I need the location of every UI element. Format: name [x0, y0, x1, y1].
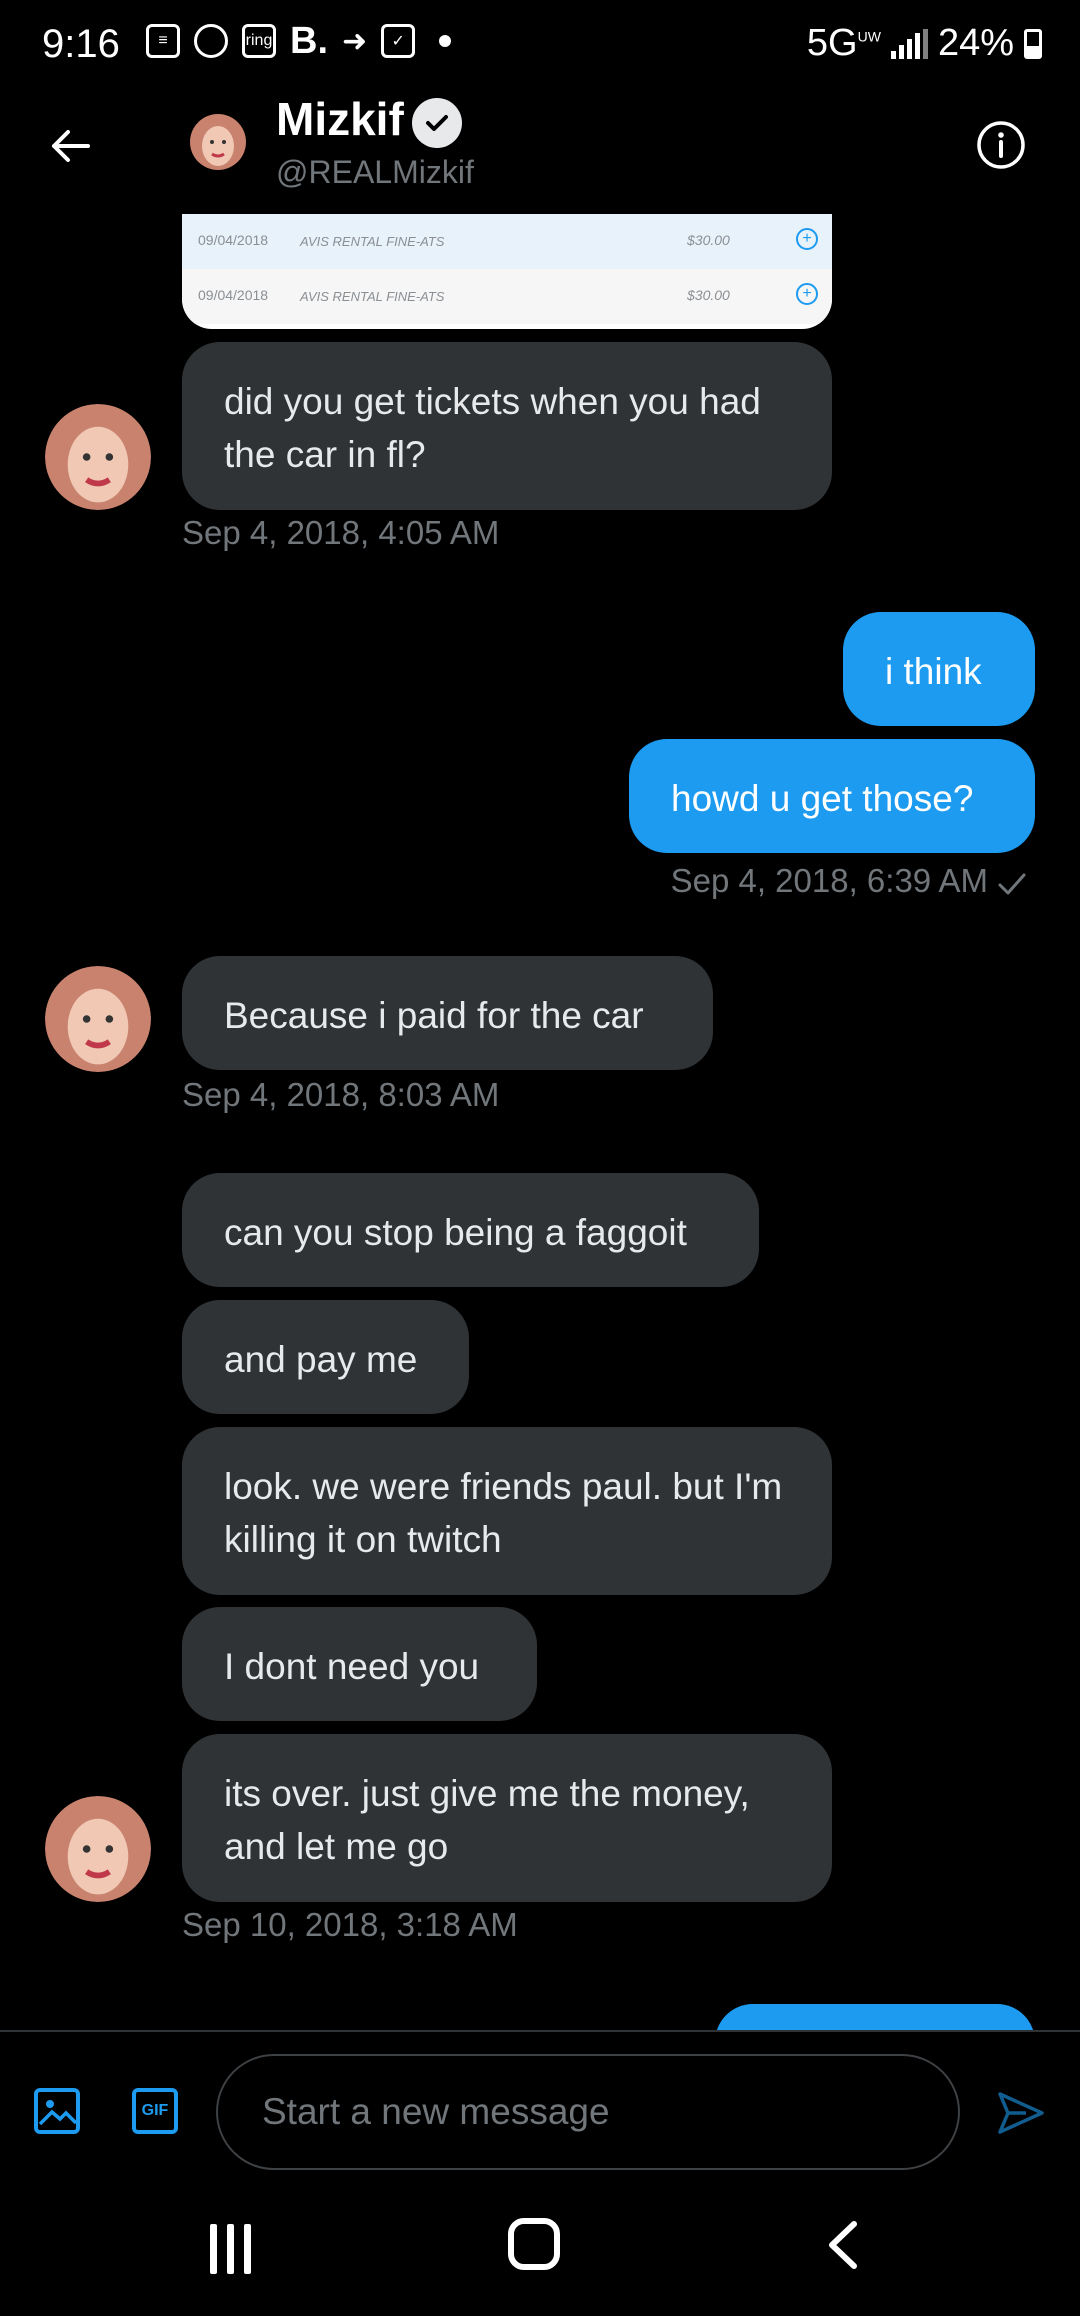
call-filter-icon: ✓ — [381, 24, 416, 58]
status-right: 5GUW 24% — [807, 22, 1042, 65]
conversation-header: Mizkif @REALMizkif — [0, 92, 1080, 214]
system-back-icon[interactable] — [820, 2220, 866, 2270]
avatar[interactable] — [190, 114, 246, 170]
contact-handle[interactable]: @REALMizkif — [276, 154, 474, 191]
signal-icon — [890, 28, 928, 59]
booking-icon: B. — [290, 19, 328, 62]
back-arrow-icon[interactable] — [46, 122, 94, 170]
add-icon: + — [796, 228, 818, 250]
message-bubble-sent[interactable]: i think — [843, 612, 1035, 726]
send-icon[interactable] — [996, 2088, 1046, 2138]
message-bubble-received[interactable]: did you get tickets when you had the car… — [182, 342, 832, 510]
message-bubble-received[interactable]: look. we were friends paul. but I'm kill… — [182, 1427, 832, 1595]
ring-icon: ring — [242, 24, 276, 58]
contact-name[interactable]: Mizkif — [276, 92, 404, 146]
message-bubble-received[interactable]: can you stop being a faggoit — [182, 1173, 759, 1287]
status-time: 9:16 — [42, 22, 120, 66]
message-icon: ≡ — [146, 24, 180, 58]
sender-avatar[interactable] — [45, 404, 151, 510]
circle-icon — [194, 24, 228, 58]
notification-icons: ≡ ring B. ➜ ✓ — [146, 19, 452, 62]
recent-apps-icon[interactable] — [210, 2224, 260, 2274]
message-bubble-received[interactable]: Because i paid for the car — [182, 956, 713, 1070]
message-timestamp: Sep 4, 2018, 8:03 AM — [182, 1076, 500, 1113]
list-item: 09/04/2018 AVIS RENTAL FINE-ATS $30.00 + — [182, 214, 832, 269]
message-bubble-received[interactable]: and pay me — [182, 1300, 469, 1414]
message-input[interactable] — [216, 2054, 960, 2170]
verified-badge-icon — [412, 98, 462, 148]
sent-check-icon — [996, 868, 1028, 900]
message-thread[interactable]: 09/04/2018 AVIS RENTAL FINE-ATS $30.00 +… — [0, 214, 1080, 2030]
add-icon: + — [796, 283, 818, 305]
message-bubble-sent[interactable] — [715, 2004, 1035, 2030]
image-icon[interactable] — [34, 2088, 80, 2134]
message-timestamp: Sep 4, 2018, 6:39 AM — [670, 862, 988, 899]
gif-icon[interactable]: GIF — [132, 2088, 178, 2134]
network-label: 5GUW — [806, 22, 881, 64]
system-nav-bar — [0, 2190, 1080, 2316]
sender-avatar[interactable] — [45, 966, 151, 1072]
status-bar: 9:16 ≡ ring B. ➜ ✓ 5GUW 24% — [0, 0, 1080, 92]
message-bubble-sent[interactable]: howd u get those? — [629, 739, 1035, 853]
battery-percent: 24% — [937, 22, 1014, 64]
message-timestamp: Sep 4, 2018, 4:05 AM — [182, 514, 500, 551]
attachment-image[interactable]: 09/04/2018 AVIS RENTAL FINE-ATS $30.00 +… — [182, 214, 832, 329]
arrow-icon: ➜ — [342, 24, 368, 58]
message-composer: GIF — [0, 2030, 1080, 2190]
list-item: 09/04/2018 AVIS RENTAL FINE-ATS $30.00 + — [182, 269, 832, 324]
message-bubble-received[interactable]: its over. just give me the money, and le… — [182, 1734, 832, 1902]
info-icon[interactable] — [976, 120, 1026, 170]
message-bubble-received[interactable]: I dont need you — [182, 1607, 537, 1721]
more-notifications-dot — [439, 35, 452, 47]
sender-avatar[interactable] — [45, 1796, 151, 1902]
message-timestamp: Sep 10, 2018, 3:18 AM — [182, 1906, 518, 1943]
home-icon[interactable] — [508, 2218, 560, 2270]
battery-icon — [1024, 28, 1042, 59]
